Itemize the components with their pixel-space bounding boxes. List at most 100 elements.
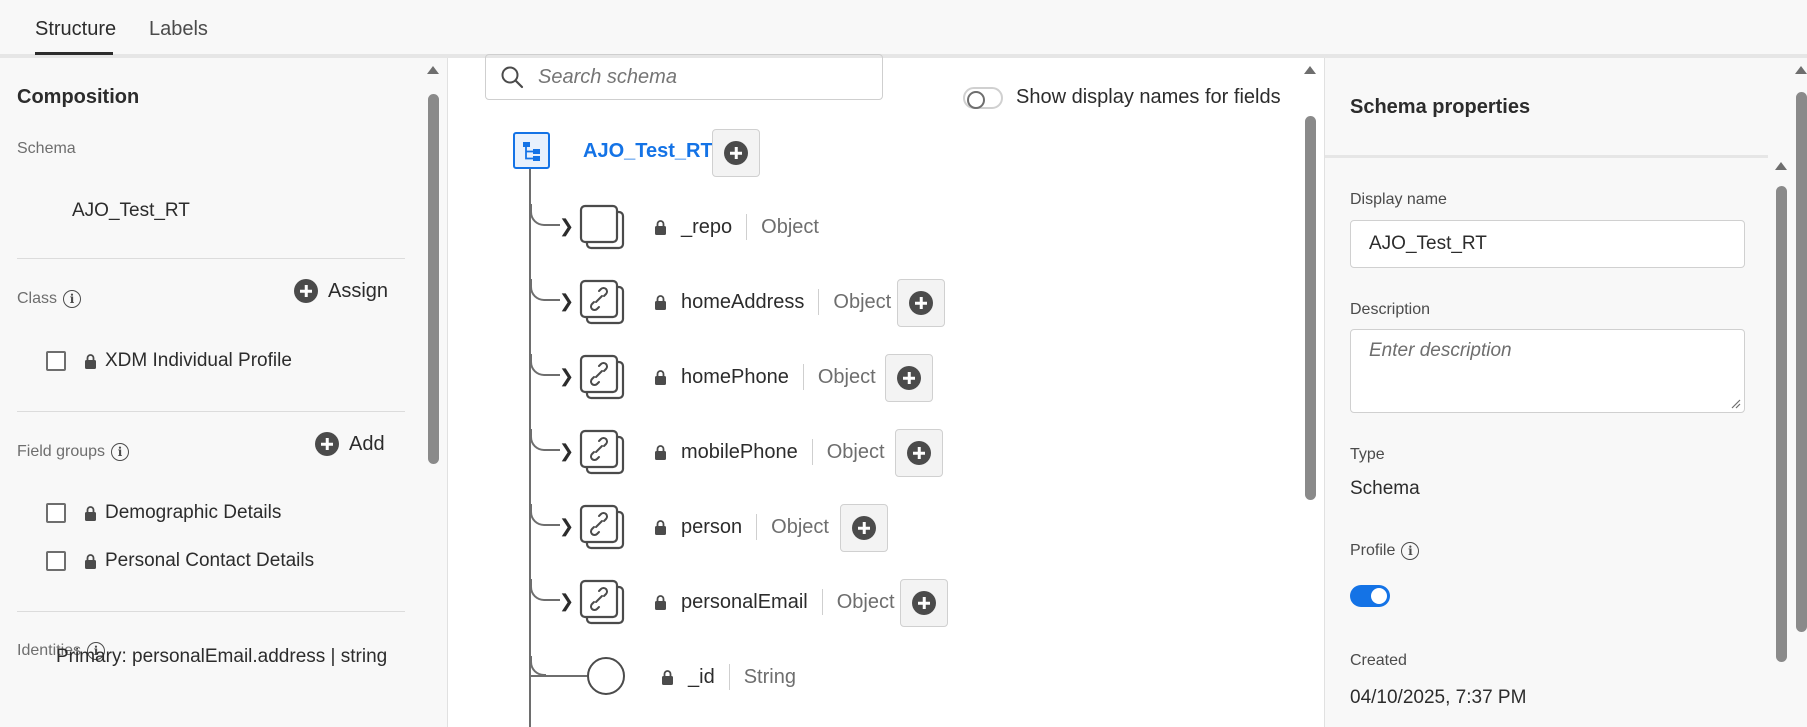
scroll-up-arrow-icon[interactable]: [427, 66, 439, 74]
chevron-right-icon[interactable]: ❯: [559, 366, 574, 387]
object-field-icon: [579, 204, 625, 250]
scrollbar-thumb[interactable]: [428, 94, 439, 464]
field-group-checkbox[interactable]: [46, 551, 66, 571]
field-name: person: [681, 515, 743, 538]
add-field-button[interactable]: [900, 579, 948, 627]
active-tab-indicator: [35, 52, 113, 55]
separator: [818, 289, 820, 315]
resize-grip-icon[interactable]: [1731, 399, 1741, 409]
field-row[interactable]: _id String: [661, 664, 796, 690]
tab-structure[interactable]: Structure: [35, 18, 116, 41]
field-group-label: Personal Contact Details: [105, 550, 315, 571]
chevron-right-icon[interactable]: ❯: [559, 441, 574, 462]
separator: [728, 664, 730, 690]
field-type: Object: [761, 215, 819, 238]
search-input[interactable]: [538, 65, 858, 89]
description-placeholder: Enter description: [1369, 340, 1512, 361]
tree-branch: [530, 279, 560, 301]
field-name: _id: [688, 665, 715, 688]
field-row[interactable]: person Object: [654, 514, 829, 540]
field-row[interactable]: homeAddress Object: [654, 289, 891, 315]
tab-labels[interactable]: Labels: [149, 18, 208, 41]
left-panel-scrollbar[interactable]: [427, 66, 439, 727]
class-item-checkbox[interactable]: [46, 351, 66, 371]
tree-branch: [530, 354, 560, 376]
separator: [746, 214, 748, 240]
scroll-up-arrow-icon[interactable]: [1304, 66, 1316, 74]
canvas-scrollbar[interactable]: [1304, 66, 1316, 727]
schema-root-icon[interactable]: [513, 132, 550, 169]
separator: [821, 589, 823, 615]
field-group-item: Personal Contact Details: [46, 550, 314, 572]
add-circle-icon: [724, 141, 748, 165]
display-names-toggle[interactable]: [963, 86, 1003, 109]
scrollbar-thumb[interactable]: [1305, 116, 1316, 500]
identity-primary: Primary: personalEmail.address | string: [56, 646, 388, 667]
outer-scrollbar[interactable]: [1795, 66, 1807, 727]
display-names-toggle-label: Show display names for fields: [1016, 86, 1281, 108]
field-name: homeAddress: [681, 290, 805, 313]
add-field-group-button[interactable]: Add: [315, 432, 385, 456]
chevron-right-icon[interactable]: ❯: [559, 291, 574, 312]
class-section-label: Class i: [17, 290, 82, 308]
chevron-right-icon[interactable]: ❯: [559, 216, 574, 237]
divider: [17, 411, 405, 412]
chevron-right-icon[interactable]: ❯: [559, 591, 574, 612]
scroll-up-arrow-icon[interactable]: [1795, 66, 1807, 74]
created-label: Created: [1350, 652, 1407, 669]
lock-icon: [84, 553, 97, 569]
display-name-field[interactable]: AJO_Test_RT: [1350, 220, 1745, 268]
description-label: Description: [1350, 301, 1431, 318]
profile-toggle[interactable]: [1350, 585, 1390, 607]
add-field-button[interactable]: [840, 504, 888, 552]
field-type: Object: [833, 290, 892, 313]
field-row[interactable]: homePhone Object: [654, 364, 876, 390]
tree-branch-curve: [530, 656, 546, 676]
add-circle-icon: [852, 516, 876, 540]
properties-title: Schema properties: [1350, 96, 1531, 118]
field-row[interactable]: mobilePhone Object: [654, 439, 885, 465]
add-field-button[interactable]: [897, 279, 945, 327]
field-row[interactable]: _repo Object: [654, 214, 819, 240]
schema-name[interactable]: AJO_Test_RT: [72, 200, 190, 222]
lock-icon: [654, 444, 667, 460]
description-field[interactable]: Enter description: [1350, 329, 1745, 413]
field-type: Object: [836, 590, 895, 613]
field-group-checkbox[interactable]: [46, 503, 66, 523]
scroll-up-arrow-icon[interactable]: [1775, 162, 1787, 170]
link-object-icon: [579, 504, 625, 550]
separator: [811, 439, 813, 465]
info-icon[interactable]: i: [63, 290, 82, 308]
properties-scrollbar[interactable]: [1775, 162, 1787, 727]
field-groups-label: Field groups: [17, 443, 106, 460]
composition-panel: Composition Schema AJO_Test_RT Class i A…: [0, 58, 448, 727]
add-field-button[interactable]: [895, 429, 943, 477]
tree-branch: [530, 204, 560, 226]
lock-icon: [654, 219, 667, 235]
add-circle-icon: [907, 441, 931, 465]
link-object-icon: [579, 279, 625, 325]
lock-icon: [654, 594, 667, 610]
link-object-icon: [579, 429, 625, 475]
field-type: Object: [771, 515, 829, 538]
class-item: XDM Individual Profile: [46, 350, 292, 372]
assign-class-button[interactable]: Assign: [294, 279, 388, 303]
add-field-button[interactable]: [885, 354, 933, 402]
type-value: Schema: [1350, 478, 1420, 499]
display-name-value: AJO_Test_RT: [1369, 233, 1487, 254]
search-schema-field[interactable]: [485, 54, 883, 100]
add-field-button[interactable]: [712, 129, 760, 177]
field-name: homePhone: [681, 365, 789, 388]
scrollbar-thumb[interactable]: [1776, 186, 1787, 662]
lock-icon: [654, 519, 667, 535]
info-icon[interactable]: i: [111, 443, 130, 461]
lock-icon: [84, 353, 97, 369]
info-icon[interactable]: i: [1401, 542, 1420, 560]
tree-connector: [529, 169, 531, 727]
field-row[interactable]: personalEmail Object: [654, 589, 895, 615]
class-item-label: XDM Individual Profile: [105, 350, 292, 371]
schema-root-name[interactable]: AJO_Test_RT: [583, 140, 713, 163]
profile-label: Profile: [1350, 542, 1396, 559]
chevron-right-icon[interactable]: ❯: [559, 516, 574, 537]
scrollbar-thumb[interactable]: [1796, 92, 1807, 632]
